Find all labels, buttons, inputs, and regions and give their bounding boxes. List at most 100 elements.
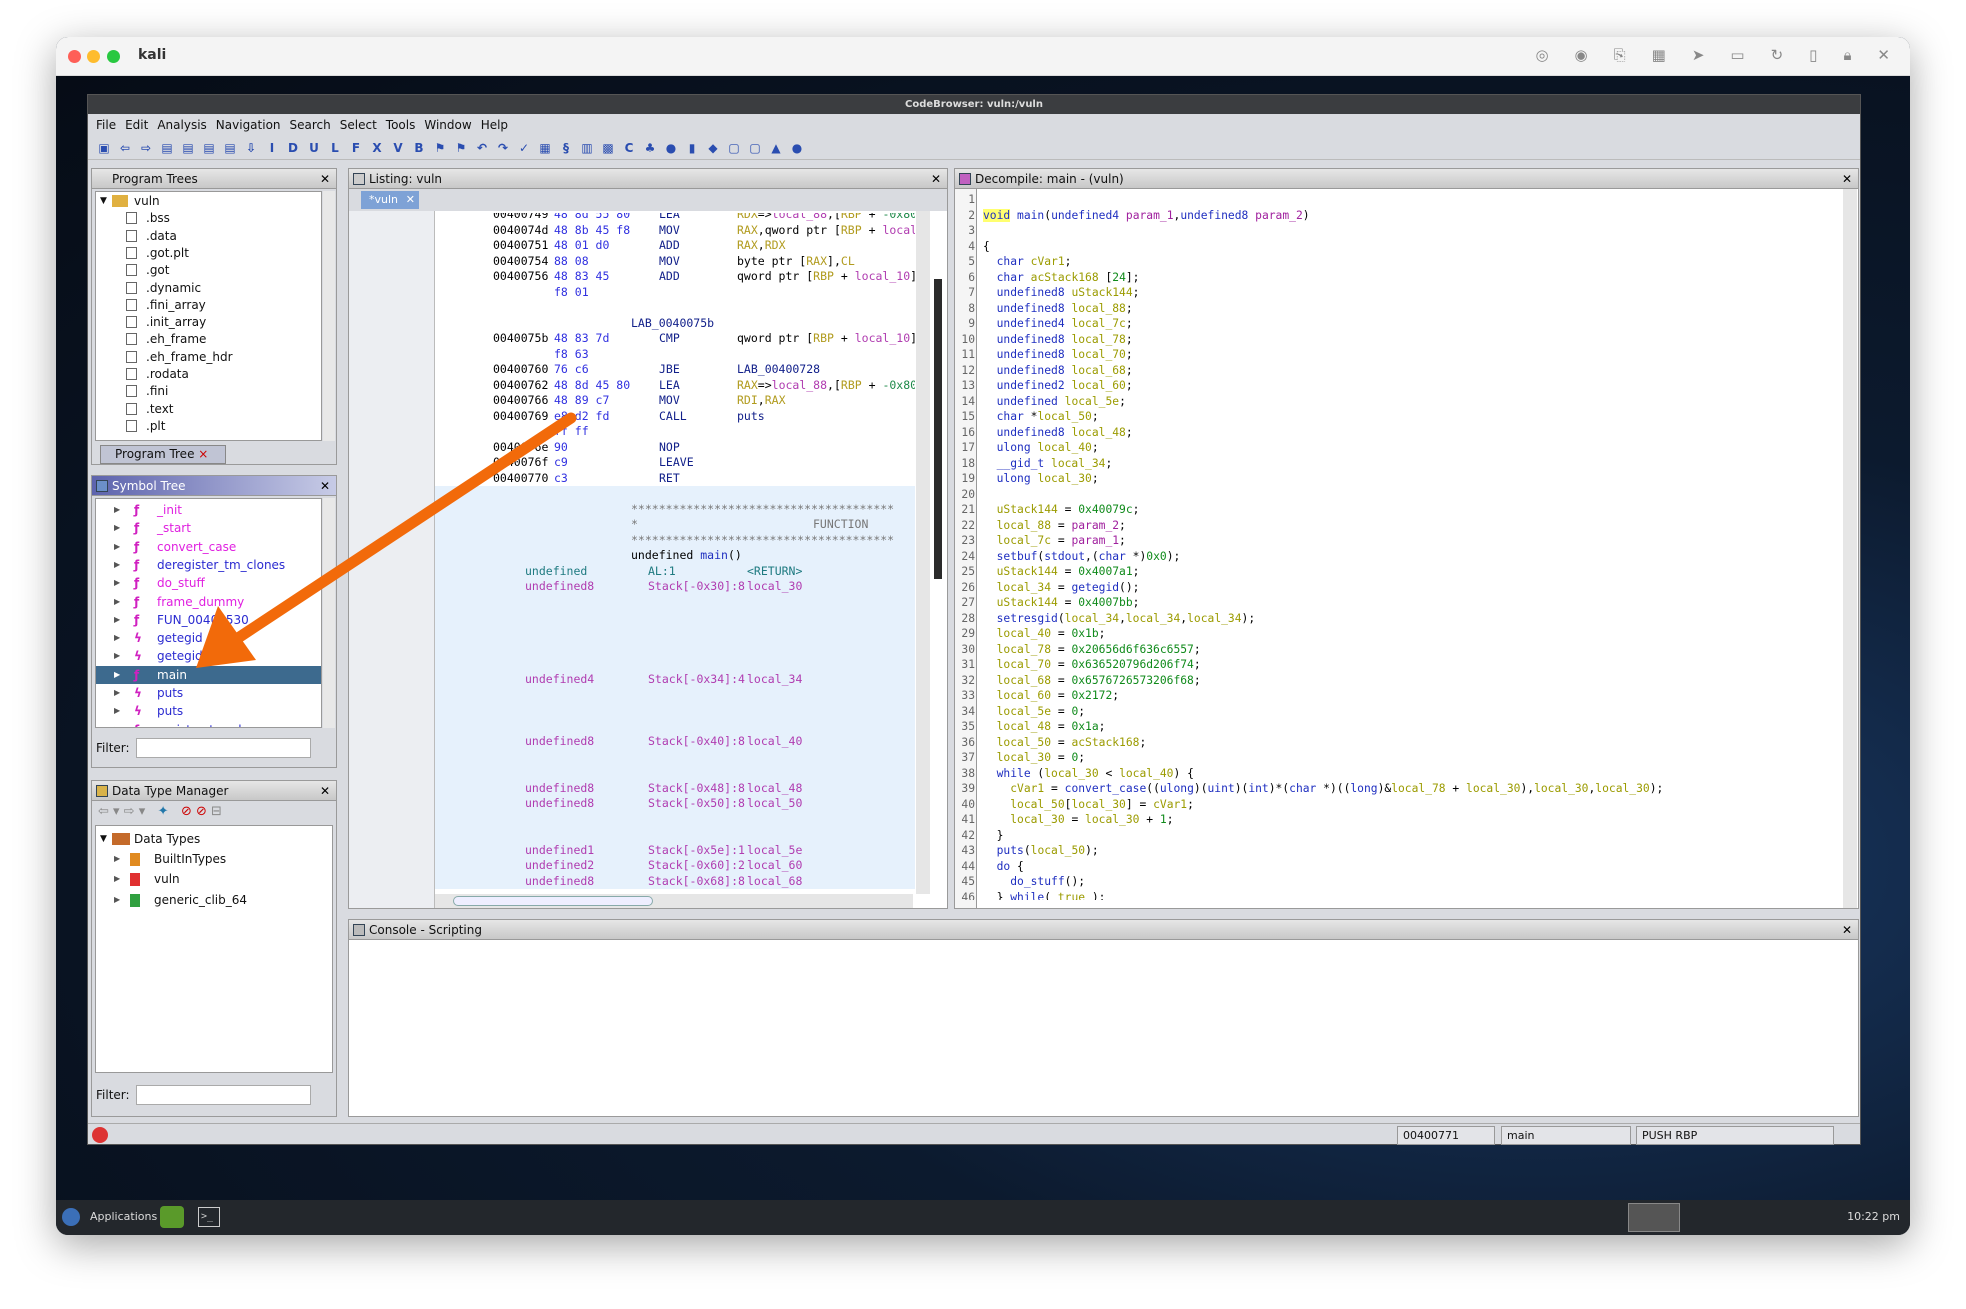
filter2-icon[interactable]: ⊘ xyxy=(196,804,207,819)
display-icon[interactable]: ▭ xyxy=(1730,46,1744,64)
decompile-line[interactable]: 35 local_48 = 0x1a; xyxy=(955,719,1842,735)
decompile-line[interactable]: 11 undefined8 local_70; xyxy=(955,347,1842,363)
expand-icon[interactable]: ▶ xyxy=(114,593,120,611)
decompile-line[interactable]: 16 undefined8 local_48; xyxy=(955,425,1842,441)
listing-row[interactable]: 0040076e 90 NOP xyxy=(349,440,915,456)
v-icon[interactable]: V xyxy=(390,140,406,156)
program-tree-item[interactable]: .fini_array xyxy=(96,296,321,314)
decompile-line[interactable]: 15 char *local_50; xyxy=(955,409,1842,425)
instr-icon[interactable]: I xyxy=(264,140,280,156)
symbol-FUN_00400530[interactable]: ▶ ƒ FUN_00400530 xyxy=(96,611,321,629)
program-tree-item[interactable]: .eh_frame_hdr xyxy=(96,348,321,366)
listing-row[interactable] xyxy=(435,749,915,765)
decompile-line[interactable]: 19 ulong local_30; xyxy=(955,471,1842,487)
forward-icon[interactable]: ⇨ xyxy=(138,140,154,156)
expand-icon[interactable]: ▶ xyxy=(114,519,120,537)
bookmark2-icon[interactable]: ⚑ xyxy=(453,140,469,156)
expand-icon[interactable]: ▶ xyxy=(114,702,120,720)
decompile-line[interactable]: 34 local_5e = 0; xyxy=(955,704,1842,720)
label-icon[interactable]: L xyxy=(327,140,343,156)
symbol-filter-input[interactable] xyxy=(136,738,311,758)
listing-row[interactable]: f8 01 xyxy=(349,285,915,301)
menu-edit[interactable]: Edit xyxy=(125,116,148,134)
expand-icon[interactable]: ▶ xyxy=(114,666,120,684)
decompile-line[interactable]: 38 while (local_30 < local_40) { xyxy=(955,766,1842,782)
listing-row[interactable]: 0040075b 48 83 7d CMP qword ptr [RBP + loca… xyxy=(349,331,915,347)
decompile-line[interactable]: 18 __gid_t local_34; xyxy=(955,456,1842,472)
decompile-line[interactable]: 32 local_68 = 0x6576726573206f68; xyxy=(955,673,1842,689)
menu-navigation[interactable]: Navigation xyxy=(216,116,281,134)
undo-icon[interactable]: ↶ xyxy=(474,140,490,156)
data-type-archive[interactable]: ▶ BuiltInTypes xyxy=(96,850,332,868)
listing-row[interactable]: 00400749 48 8d 55 80 LEA RDX=>local_88,[RBP… xyxy=(349,213,915,223)
console-output[interactable] xyxy=(351,942,1856,1114)
cursor-icon[interactable]: ➤ xyxy=(1692,46,1705,64)
redo-icon[interactable]: ↻ xyxy=(1771,46,1784,64)
program-tree-item[interactable]: .eh_frame xyxy=(96,330,321,348)
program-tree-item[interactable]: .got xyxy=(96,261,321,279)
expand-icon[interactable]: ▶ xyxy=(114,684,120,702)
program-tree[interactable]: ▼ vuln .bss .data .got.plt .got .dynamic .fini_… xyxy=(95,191,322,441)
decompile-line[interactable]: 45 do_stuff(); xyxy=(955,874,1842,890)
listing-row[interactable]: 0040074d 48 8b 45 f8 MOV RAX,qword ptr [RBP… xyxy=(349,223,915,239)
listing-row[interactable]: undefined8 Stack[-0x50]:8 local_50 xyxy=(435,796,915,812)
listing-scrollbar[interactable] xyxy=(916,211,930,894)
zoom-window-button[interactable] xyxy=(107,50,120,63)
listing-row[interactable]: undefined AL:1 <RETURN> xyxy=(435,563,915,579)
win2-icon[interactable]: ▢ xyxy=(747,140,763,156)
listing-row[interactable]: undefined8 Stack[-0x68]:8 local_68 xyxy=(435,873,915,889)
decompile-line[interactable]: 9 undefined4 local_7c; xyxy=(955,316,1842,332)
symbol-register_tm_clones[interactable]: ▶ ƒ register_tm_clones xyxy=(96,721,321,727)
func-icon[interactable]: F xyxy=(348,140,364,156)
program-tree-item[interactable]: .dynamic xyxy=(96,279,321,297)
redo-icon[interactable]: ↷ xyxy=(495,140,511,156)
program-tree-item[interactable]: .bss xyxy=(96,209,321,227)
share-icon[interactable]: ⎘ xyxy=(1614,46,1626,64)
nav2-icon[interactable]: ▤ xyxy=(180,140,196,156)
close-window-button[interactable] xyxy=(68,50,81,63)
decompile-line[interactable]: 17 ulong local_40; xyxy=(955,440,1842,456)
term-icon[interactable]: ▮ xyxy=(684,140,700,156)
decompile-line[interactable]: 3 xyxy=(955,223,1842,239)
listing-row[interactable]: undefined2 Stack[-0x60]:2 local_60 xyxy=(435,858,915,874)
scroll-thumb[interactable] xyxy=(453,896,653,906)
decompile-line[interactable]: 44 do { xyxy=(955,859,1842,875)
dt-icon[interactable]: ▩ xyxy=(600,140,616,156)
close-icon[interactable]: ✕ xyxy=(406,191,415,209)
symbol-deregister_tm_clones[interactable]: ▶ ƒ deregister_tm_clones xyxy=(96,556,321,574)
listing-row[interactable]: * FUNCTION xyxy=(435,517,915,533)
active-window-button[interactable] xyxy=(1628,1203,1680,1232)
close-icon[interactable]: ✕ xyxy=(931,169,941,189)
symbol-do_stuff[interactable]: ▶ ƒ do_stuff xyxy=(96,574,321,592)
listing-content[interactable]: 00400749 48 8d 55 80 LEA RDX=>local_88,[RBP… xyxy=(349,213,915,894)
decompile-line[interactable]: 46 } while( true ); xyxy=(955,890,1842,901)
decompile-line[interactable]: 4{ xyxy=(955,239,1842,255)
decompile-line[interactable]: 43 puts(local_50); xyxy=(955,843,1842,859)
lock-icon[interactable]: 🔒︎ xyxy=(1843,46,1851,64)
listing-row[interactable] xyxy=(435,811,915,827)
decompile-line[interactable]: 27 uStack144 = 0x4007bb; xyxy=(955,595,1842,611)
decomp-icon[interactable]: C xyxy=(621,140,637,156)
tab-program-tree[interactable]: Program Tree × xyxy=(100,445,226,464)
data-type-archive[interactable]: ▶ vuln xyxy=(96,870,332,888)
listing-row[interactable]: LAB_0040075b xyxy=(349,316,915,332)
expand-icon[interactable]: ▶ xyxy=(114,574,120,592)
decompile-line[interactable]: 12 undefined8 local_68; xyxy=(955,363,1842,379)
listing-row[interactable] xyxy=(435,486,915,502)
check-icon[interactable]: ✓ xyxy=(516,140,532,156)
menu-file[interactable]: File xyxy=(96,116,116,134)
decompile-line[interactable]: 24 setbuf(stdout,(char *)0x0); xyxy=(955,549,1842,565)
decompile-line[interactable]: 8 undefined8 local_88; xyxy=(955,301,1842,317)
listing-row[interactable]: ff ff xyxy=(349,424,915,440)
data-type-tree[interactable]: ▼ Data Types ▶ BuiltInTypes ▶ vuln ▶ generic_cl… xyxy=(95,825,333,1073)
expand-icon[interactable]: ▶ xyxy=(114,611,120,629)
listing-row[interactable]: 0040076f c9 LEAVE xyxy=(349,455,915,471)
mem-icon[interactable]: ▥ xyxy=(579,140,595,156)
expand-icon[interactable]: ▼ xyxy=(100,830,107,848)
decompile-line[interactable]: 20 xyxy=(955,487,1842,503)
decompile-line[interactable]: 41 local_30 = local_30 + 1; xyxy=(955,812,1842,828)
menu-tools[interactable]: Tools xyxy=(386,116,416,134)
down-arrow-icon[interactable]: ⇩ xyxy=(243,140,259,156)
undef-icon[interactable]: U xyxy=(306,140,322,156)
data-types-root[interactable]: ▼ Data Types xyxy=(96,830,332,848)
